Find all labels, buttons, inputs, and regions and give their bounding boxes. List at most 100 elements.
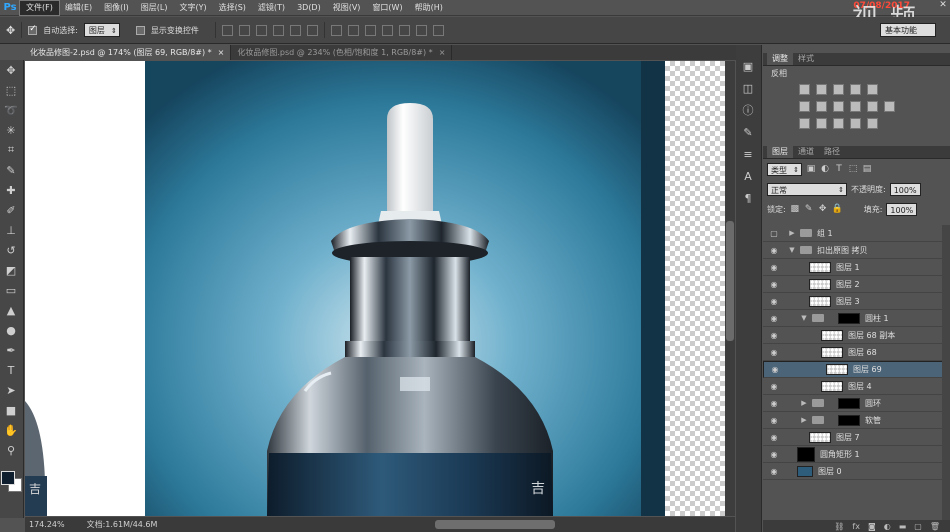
- distribute-hcenter-icon[interactable]: [398, 24, 410, 36]
- history-panel-icon[interactable]: ▣: [736, 55, 760, 77]
- selective-color-icon[interactable]: [867, 118, 878, 129]
- layer-mask-thumbnail[interactable]: [838, 397, 860, 409]
- layer-row[interactable]: ◉ 图层 4: [763, 378, 950, 395]
- distribute-right-icon[interactable]: [415, 24, 427, 36]
- show-transform-checkbox[interactable]: [135, 25, 145, 35]
- menu-filter[interactable]: 滤镜(T): [252, 1, 291, 15]
- lock-pixels-icon[interactable]: ✎: [804, 204, 814, 214]
- close-window-icon[interactable]: ✕: [936, 0, 950, 12]
- align-right-icon[interactable]: [306, 24, 318, 36]
- quick-select-tool-icon[interactable]: ✳: [0, 120, 22, 140]
- layer-thumbnail[interactable]: [821, 329, 843, 341]
- layer-row[interactable]: ◉ 图层 1: [763, 259, 950, 276]
- layer-row[interactable]: ◉ 图层 68 副本: [763, 327, 950, 344]
- new-layer-icon[interactable]: ▢: [914, 522, 922, 531]
- vertical-scrollbar[interactable]: [725, 61, 735, 516]
- type-tool-icon[interactable]: T: [0, 360, 22, 380]
- menu-select[interactable]: 选择(S): [213, 1, 252, 15]
- layer-thumbnail[interactable]: [821, 346, 843, 358]
- layer-thumbnail[interactable]: [809, 278, 831, 290]
- menu-image[interactable]: 图像(I): [98, 1, 135, 15]
- pen-tool-icon[interactable]: ✒: [0, 340, 22, 360]
- visibility-eye-icon[interactable]: ◉: [769, 433, 779, 442]
- visibility-eye-icon[interactable]: ◉: [769, 331, 779, 340]
- layer-row[interactable]: ◉ 图层 2: [763, 276, 950, 293]
- layer-row[interactable]: ▢ ▶ 组 1: [763, 225, 950, 242]
- blur-tool-icon[interactable]: ▲: [0, 300, 22, 320]
- menu-view[interactable]: 视图(V): [327, 1, 367, 15]
- opacity-input[interactable]: 100%: [889, 182, 921, 196]
- align-top-icon[interactable]: [221, 24, 233, 36]
- visibility-eye-icon[interactable]: ▢: [769, 229, 779, 238]
- layer-thumbnail[interactable]: [826, 364, 848, 375]
- expand-arrow-icon[interactable]: ▶: [799, 416, 809, 424]
- visibility-eye-icon[interactable]: ◉: [769, 450, 779, 459]
- layer-kind-filter[interactable]: 类型: [767, 162, 802, 177]
- move-tool-icon[interactable]: ✥: [0, 60, 22, 80]
- vibrance-icon[interactable]: [867, 84, 878, 95]
- shape-tool-icon[interactable]: ■: [0, 400, 22, 420]
- visibility-eye-icon[interactable]: ◉: [770, 363, 780, 377]
- hand-tool-icon[interactable]: ✋: [0, 420, 22, 440]
- link-layers-icon[interactable]: ⛓: [834, 522, 844, 531]
- layer-row[interactable]: ◉ ▶ 圆环: [763, 395, 950, 412]
- close-tab-icon[interactable]: ×: [218, 48, 225, 57]
- clone-source-icon[interactable]: ≡: [736, 143, 760, 165]
- layer-thumbnail[interactable]: [809, 431, 831, 443]
- layer-thumbnail[interactable]: [809, 295, 831, 307]
- visibility-eye-icon[interactable]: ◉: [769, 280, 779, 289]
- visibility-eye-icon[interactable]: ◉: [769, 314, 779, 323]
- type-filter-icon[interactable]: T: [834, 164, 844, 174]
- menu-type[interactable]: 文字(Y): [173, 1, 212, 15]
- layer-thumbnail[interactable]: [821, 380, 843, 392]
- layer-row[interactable]: ◉ 图层 68: [763, 344, 950, 361]
- levels-icon[interactable]: [816, 84, 827, 95]
- visibility-eye-icon[interactable]: ◉: [769, 263, 779, 272]
- lock-all-icon[interactable]: 🔒: [832, 204, 843, 214]
- invert-icon[interactable]: [799, 118, 810, 129]
- layer-row[interactable]: ◉ 图层 3: [763, 293, 950, 310]
- collapse-arrow-icon[interactable]: ▼: [799, 314, 809, 322]
- expand-arrow-icon[interactable]: ▶: [799, 399, 809, 407]
- document-canvas[interactable]: 吉 吉: [25, 61, 735, 516]
- new-adjustment-icon[interactable]: ◐: [884, 522, 891, 531]
- visibility-eye-icon[interactable]: ◉: [769, 297, 779, 306]
- menu-3d[interactable]: 3D(D): [291, 1, 327, 15]
- visibility-eye-icon[interactable]: ◉: [769, 399, 779, 408]
- layer-style-icon[interactable]: fx: [852, 522, 860, 531]
- align-vcenter-icon[interactable]: [238, 24, 250, 36]
- lock-transparent-icon[interactable]: ▩: [790, 204, 800, 214]
- auto-select-checkbox[interactable]: [28, 24, 38, 35]
- adjustment-filter-icon[interactable]: ◐: [820, 164, 830, 174]
- color-lookup-icon[interactable]: [884, 101, 895, 112]
- layer-row[interactable]: ◉ 图层 0: [763, 463, 950, 480]
- move-tool-icon[interactable]: ✥: [6, 24, 15, 37]
- zoom-level[interactable]: 174.24%: [29, 520, 65, 529]
- distribute-bottom-icon[interactable]: [364, 24, 376, 36]
- layer-row[interactable]: ◉ ▼ 扣出原图 拷贝: [763, 242, 950, 259]
- foreground-color-swatch[interactable]: [1, 471, 15, 485]
- healing-tool-icon[interactable]: ✚: [0, 180, 22, 200]
- fill-input[interactable]: 100%: [886, 202, 918, 216]
- eyedropper-tool-icon[interactable]: ✎: [0, 160, 22, 180]
- eraser-tool-icon[interactable]: ◩: [0, 260, 22, 280]
- tab-adjustments[interactable]: 调整: [767, 53, 793, 65]
- tab-layers[interactable]: 图层: [767, 146, 793, 158]
- distribute-top-icon[interactable]: [330, 24, 342, 36]
- align-bottom-icon[interactable]: [255, 24, 267, 36]
- layer-row[interactable]: ◉ 圆角矩形 1: [763, 446, 950, 463]
- pixel-filter-icon[interactable]: ▣: [806, 164, 816, 174]
- workspace-dropdown[interactable]: 基本功能: [880, 23, 936, 37]
- scrollbar-thumb[interactable]: [726, 221, 734, 341]
- channel-mixer-icon[interactable]: [867, 101, 878, 112]
- blend-mode-dropdown[interactable]: 正常: [767, 182, 847, 197]
- visibility-eye-icon[interactable]: ◉: [769, 348, 779, 357]
- visibility-eye-icon[interactable]: ◉: [769, 382, 779, 391]
- layer-thumbnail[interactable]: [809, 261, 831, 273]
- layer-row[interactable]: ◉ ▼ 圆柱 1: [763, 310, 950, 327]
- curves-icon[interactable]: [833, 84, 844, 95]
- crop-tool-icon[interactable]: ⌗: [0, 140, 22, 160]
- new-group-icon[interactable]: ▬: [899, 522, 907, 531]
- layer-mask-thumbnail[interactable]: [838, 414, 860, 426]
- photo-filter-icon[interactable]: [850, 101, 861, 112]
